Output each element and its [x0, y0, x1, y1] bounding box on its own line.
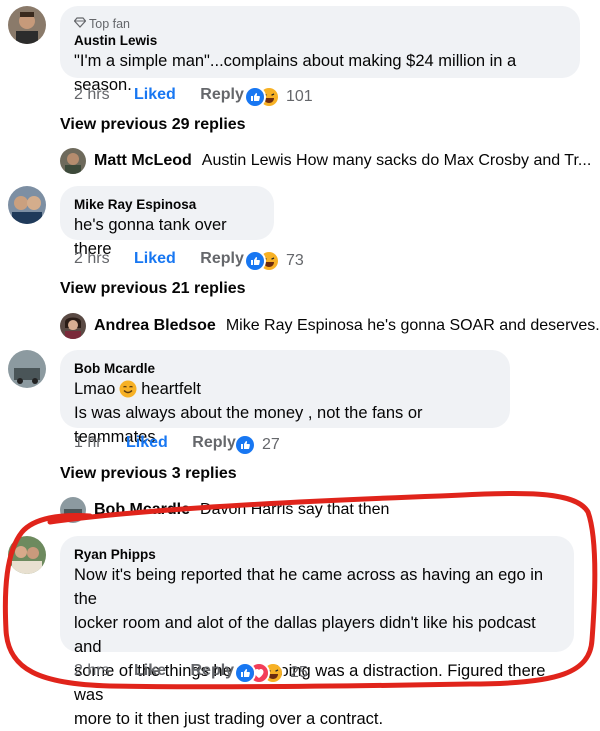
comment-actions: 2 hrs Liked Reply [74, 248, 244, 270]
top-fan-badge: Top fan [73, 16, 566, 32]
reactions-summary[interactable]: 101 [244, 86, 313, 108]
avatar-andrea-bledsoe[interactable] [60, 313, 86, 339]
like-reaction-icon [234, 434, 256, 456]
comment-author[interactable]: Austin Lewis [74, 32, 566, 49]
reaction-count: 101 [286, 88, 313, 105]
like-reaction-icon [244, 250, 266, 272]
avatar-austin-lewis[interactable] [8, 6, 46, 44]
reaction-count: 27 [262, 436, 280, 453]
avatar-bob-mcardle-small[interactable] [60, 497, 86, 523]
comment-text-line: more to it then just trading over a cont… [74, 710, 384, 728]
reply-text: Mike Ray Espinosa he's gonna SOAR and de… [225, 317, 600, 334]
reply-author[interactable]: Matt McLeod [94, 152, 192, 170]
reply-author[interactable]: Andrea Bledsoe [94, 317, 216, 335]
comment-author[interactable]: Bob Mcardle [74, 360, 496, 377]
comment-text-start: Lmao [74, 380, 116, 398]
reply-text: Davon Harris say that then [200, 501, 390, 518]
avatar-mike-ray-espinosa[interactable] [8, 186, 46, 224]
like-reaction-icon [234, 662, 256, 684]
reply-author[interactable]: Bob Mcardle [94, 501, 190, 519]
reactions-summary[interactable]: 73 [244, 250, 304, 272]
comment-text-line: Now it's being reported that he came acr… [74, 566, 544, 608]
comment-actions: 1 hr Liked Reply [74, 432, 236, 454]
comment-time[interactable]: 1 hr [74, 434, 102, 451]
view-previous-replies[interactable]: View previous 29 replies [60, 116, 246, 134]
comment-time[interactable]: 2 hrs [74, 662, 110, 679]
reply-preview[interactable]: Matt McLeod Austin Lewis How many sacks … [60, 148, 591, 174]
comment-bubble-austin-lewis: Top fan Austin Lewis "I'm a simple man".… [60, 6, 580, 94]
like-button[interactable]: Liked [126, 434, 168, 451]
smile-emoji-icon [119, 380, 137, 398]
like-reaction-icon [244, 86, 266, 108]
reactions-summary[interactable]: 25 [234, 662, 308, 684]
comment-author[interactable]: Ryan Phipps [74, 546, 560, 563]
reply-button[interactable]: Reply [191, 662, 235, 679]
comment-text-end: heartfelt [141, 380, 201, 398]
reactions-summary[interactable]: 27 [234, 434, 280, 456]
reply-button[interactable]: Reply [200, 250, 244, 267]
avatar-matt-mcleod[interactable] [60, 148, 86, 174]
avatar-bob-mcardle[interactable] [8, 350, 46, 388]
reply-button[interactable]: Reply [192, 434, 236, 451]
comment-bubble-ryan-phipps: Ryan Phipps Now it's being reported that… [60, 536, 574, 728]
reply-text: Austin Lewis How many sacks do Max Crosb… [201, 152, 592, 169]
view-previous-replies[interactable]: View previous 3 replies [60, 465, 237, 483]
comment-bubble-mike-ray-espinosa: Mike Ray Espinosa he's gonna tank over t… [60, 186, 274, 258]
reaction-count: 73 [286, 252, 304, 269]
comment-actions: 2 hrs Liked Reply [74, 84, 244, 106]
like-button[interactable]: Liked [134, 86, 176, 103]
comment-text-line-1: Lmao heartfelt [74, 377, 496, 401]
comment-time[interactable]: 2 hrs [74, 250, 110, 267]
reaction-count: 25 [290, 664, 308, 681]
reply-button[interactable]: Reply [200, 86, 244, 103]
comment-time[interactable]: 2 hrs [74, 86, 110, 103]
avatar-ryan-phipps[interactable] [8, 536, 46, 574]
comment-bubble-bob-mcardle: Bob Mcardle Lmao heartfelt Is was always… [60, 350, 510, 446]
diamond-icon [73, 16, 87, 32]
reply-preview[interactable]: Bob Mcardle Davon Harris say that then [60, 497, 389, 523]
like-button[interactable]: Liked [134, 250, 176, 267]
comment-actions: 2 hrs Like Reply [74, 660, 234, 682]
top-fan-label: Top fan [89, 17, 131, 31]
comment-author[interactable]: Mike Ray Espinosa [74, 196, 260, 213]
like-button[interactable]: Like [134, 662, 166, 679]
view-previous-replies[interactable]: View previous 21 replies [60, 280, 246, 298]
comment-text-line: locker room and alot of the dallas playe… [74, 614, 536, 656]
reply-preview[interactable]: Andrea Bledsoe Mike Ray Espinosa he's go… [60, 313, 600, 339]
